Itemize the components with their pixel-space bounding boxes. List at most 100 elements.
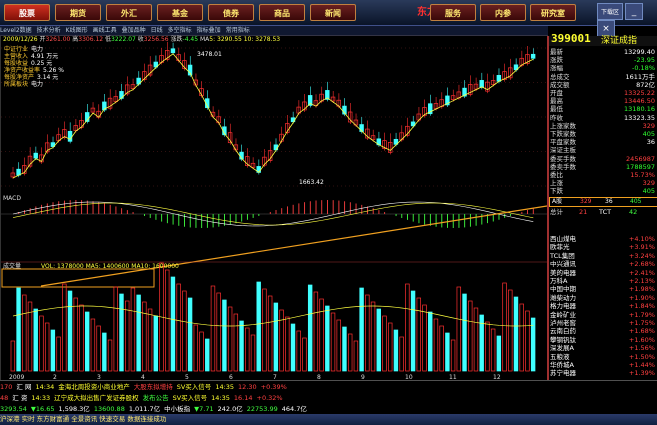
high-value: 3306.12 [78, 36, 104, 43]
ticker-row-2[interactable]: 48 汇 资 14:33 辽宁成大拟出售广发证券股权 发布公告 SV买入信号 14:35 16… [0, 393, 657, 404]
gainer-row[interactable]: 中国中期 +1.98% [549, 285, 657, 293]
gainer-row[interactable]: 云南白药 +1.68% [549, 327, 657, 335]
menu-6-button[interactable]: 新闻 [310, 4, 356, 21]
gainer-row[interactable]: 美的电器 +2.41% [549, 269, 657, 277]
breadth-label: A股 [552, 198, 563, 205]
download-button[interactable]: 下载区 [597, 3, 623, 20]
menu-9-button[interactable]: 研究室 [530, 4, 576, 21]
gainer-change: +3.91% [628, 243, 655, 252]
index-code: 399001 [551, 32, 591, 45]
gainer-name: 华侨城A [550, 361, 574, 369]
gainer-change: +2.41% [628, 268, 655, 277]
volume-bar [233, 313, 239, 372]
toolbar-item-3[interactable]: 画线工具 [93, 27, 117, 34]
volume-title: 成交量 [3, 262, 21, 270]
volume-bar [399, 336, 404, 372]
gainer-row[interactable]: 苏宁电器 +1.39% [549, 369, 657, 377]
menu-4-button[interactable]: 债券 [208, 4, 254, 21]
open-value: 3261.00 [45, 36, 71, 43]
quote-value: 2456987 [626, 154, 655, 163]
gainer-row[interactable]: 深发展A +1.56% [549, 344, 657, 352]
quote-row: 总成交 1611万手 [549, 73, 657, 81]
quote-row: 委买手数 2456987 [549, 155, 657, 163]
volume-bar [387, 322, 393, 372]
gainer-row[interactable]: 潍柴动力 +1.90% [549, 294, 657, 302]
quote-label: 涨幅 [550, 64, 563, 73]
toolbar-item-6[interactable]: 多空指标 [168, 27, 192, 34]
ticker-item: 16.14 [233, 394, 253, 402]
ticker-item: 242.0亿 [217, 405, 243, 413]
quote-row: 委卖手数 1788597 [549, 163, 657, 171]
gainer-row[interactable]: 中兴通讯 +2.68% [549, 260, 657, 268]
toolbar-item-2[interactable]: K线图形 [66, 27, 88, 34]
gainer-row[interactable]: TCL集团 +3.24% [549, 252, 657, 260]
menu-0-button[interactable]: 股票 [4, 4, 50, 21]
candle-body [67, 130, 73, 142]
volume-bar [113, 286, 118, 372]
chart-area[interactable]: 3478.01 1663.42 MACD 成交量 VOL: 1378000 MA5: 1… [0, 36, 548, 380]
gainer-row[interactable]: 华侨城A +1.44% [549, 361, 657, 369]
high-point-label: 3478.01 [197, 51, 222, 58]
gainer-row[interactable]: 欧菲光 +3.91% [549, 243, 657, 251]
candle-body [170, 48, 176, 54]
toolbar-item-0[interactable]: Level2数据 [0, 27, 32, 34]
toolbar-item-1[interactable]: 技术分析 [37, 27, 61, 34]
gainer-row[interactable]: 泸州老窖 +1.75% [549, 319, 657, 327]
menu-8-button[interactable]: 内参 [480, 4, 526, 21]
volume-bar [119, 293, 124, 372]
volume-bar [393, 329, 399, 372]
gainer-row[interactable]: 格力电器 +1.84% [549, 302, 657, 310]
volume-bar [124, 300, 130, 372]
low-point-label: 1663.42 [299, 179, 324, 186]
volume-bar [96, 325, 101, 372]
volume-bar [325, 305, 330, 372]
volume-bar [330, 312, 336, 372]
menu-7-button[interactable]: 服务 [430, 4, 476, 21]
volume-bar [279, 309, 284, 372]
volume-bar [422, 304, 427, 372]
menu-1-button[interactable]: 期货 [55, 4, 101, 21]
ticker-item: 金海北周投资小商业地产 [58, 383, 130, 391]
breadth-down: 405 [630, 198, 642, 205]
volume-bar [285, 316, 290, 372]
menu-3-button[interactable]: 基金 [157, 4, 203, 21]
ticker-item: 大股东拟增持 [133, 383, 173, 391]
info-row: 净资产收益率 5.26 % [4, 67, 154, 74]
menu-5-button[interactable]: 商品 [259, 4, 305, 21]
ticker-item: +0.39% [260, 383, 287, 391]
gainer-row[interactable]: 攀钢钒钛 +1.60% [549, 336, 657, 344]
info-row: 所属板块 电力 [4, 81, 154, 88]
gainer-row[interactable]: 万科A +2.13% [549, 277, 657, 285]
volume-bar [319, 298, 324, 372]
ticker-row-1[interactable]: 170 汇 网 14:34 金海北周投资小商业地产 大股东拟增持 SV买入信号 14:35 1… [0, 382, 657, 393]
volume-bar [199, 331, 204, 372]
gainer-name: 格力电器 [550, 302, 576, 311]
info-label: 净资产收益率 [4, 67, 41, 74]
gainer-row[interactable]: 五粮液 +1.50% [549, 353, 657, 361]
quote-label: 开盘 [550, 89, 563, 97]
quote-row: 下跌家数 405 [549, 130, 657, 138]
toolbar-item-7[interactable]: 指标叠加 [197, 27, 221, 34]
volume-bar [490, 328, 496, 372]
volume-bar [67, 290, 73, 372]
volume-bar [50, 329, 56, 372]
close-value: 3256.56 [143, 36, 169, 43]
ticker-item: 14:34 [35, 383, 55, 391]
toolbar-item-5[interactable]: 日线 [151, 27, 163, 34]
volume-bar [302, 337, 307, 372]
menu-2-button[interactable]: 外汇 [106, 4, 152, 21]
gainer-row[interactable]: 金岭矿业 +1.79% [549, 311, 657, 319]
toolbar-item-8[interactable]: 常用指标 [226, 27, 250, 34]
macd-label: MACD [3, 195, 21, 202]
toolbar-item-4[interactable]: 叠加品种 [122, 27, 146, 34]
volume-bar [262, 288, 267, 372]
volume-bar [433, 318, 439, 372]
info-label: 主营收入 [4, 53, 29, 60]
candle-body [119, 91, 124, 99]
volume-bar [462, 293, 467, 372]
volume-bar [130, 287, 136, 372]
volume-bar [473, 307, 479, 372]
ticker-item: ▼7.71 [194, 405, 214, 413]
minimize-button[interactable]: _ [625, 3, 643, 20]
gainer-row[interactable]: 西山煤电 +4.10% [549, 235, 657, 243]
